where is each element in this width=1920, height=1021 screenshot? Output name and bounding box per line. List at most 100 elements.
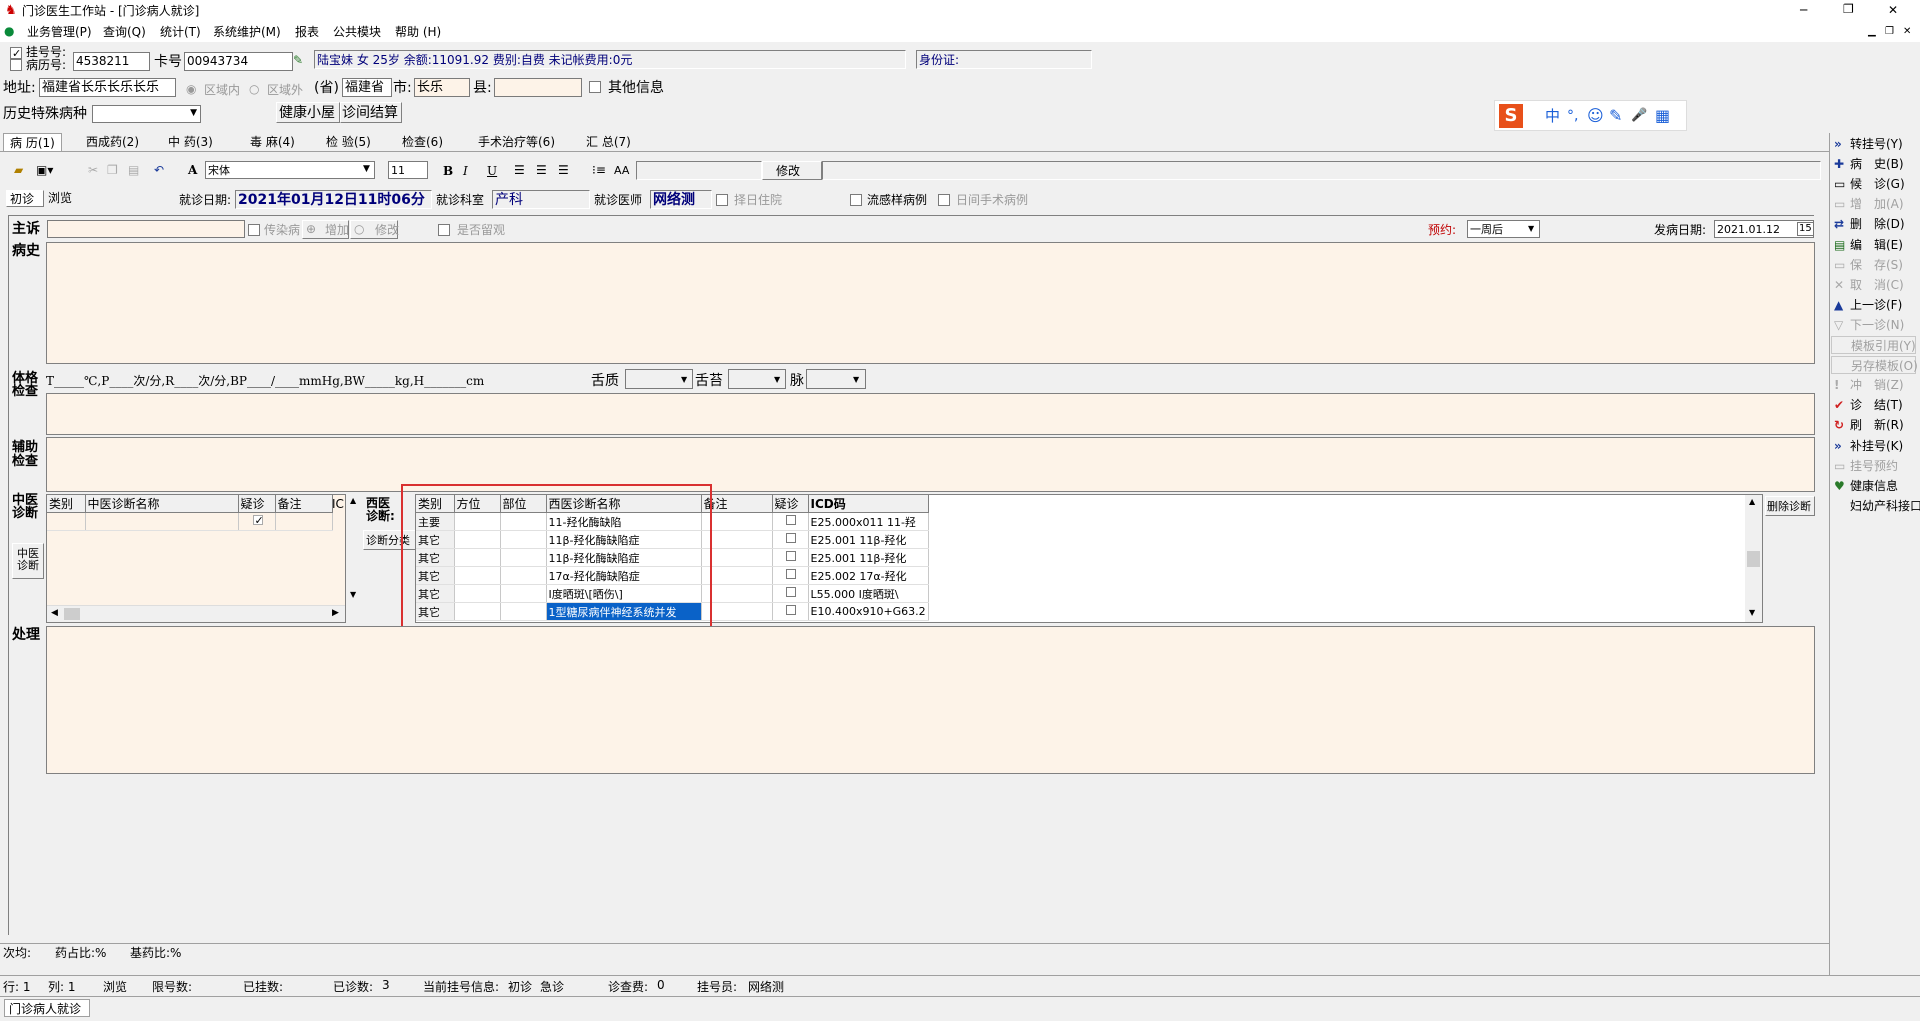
right-button-3[interactable]: ▭ 候 诊(G) xyxy=(1831,175,1916,193)
mdi-close-button[interactable]: ✕ xyxy=(1903,27,1911,37)
right-button-16[interactable]: » 补挂号(K) xyxy=(1831,437,1916,455)
western-cell-icd[interactable]: L55.000 Ⅰ度晒斑\ xyxy=(808,584,929,603)
right-button-13[interactable]: ! 冲 销(Z) xyxy=(1831,376,1916,394)
first-visit-tab[interactable]: 初诊 xyxy=(6,190,44,207)
right-button-2[interactable]: ✚ 病 史(B) xyxy=(1831,155,1916,173)
history-field[interactable] xyxy=(46,242,1815,364)
western-cell-icd[interactable]: E25.001 11β-羟化 xyxy=(808,530,929,549)
right-button-15[interactable]: ↻ 刷 新(R) xyxy=(1831,416,1916,434)
western-cell-suspect[interactable] xyxy=(772,584,809,603)
window-tab-outpatient[interactable]: 门诊病人就诊 xyxy=(4,999,90,1017)
tcm-scroll-down-icon[interactable]: ▼ xyxy=(350,591,356,599)
calendar-icon[interactable]: 15 xyxy=(1797,222,1814,236)
tab-summary[interactable]: 汇 总(7) xyxy=(580,133,637,151)
delete-diagnosis-button[interactable]: 删除诊断 xyxy=(1765,496,1815,516)
tcm-hscroll-thumb[interactable] xyxy=(64,608,80,620)
font-style-icon[interactable]: AA xyxy=(614,165,629,176)
western-vscrollbar[interactable]: ▲ ▼ xyxy=(1745,495,1762,622)
tab-medical-record[interactable]: 病 历(1) xyxy=(3,133,62,151)
minimize-button[interactable]: ─ xyxy=(1800,4,1807,16)
right-button-5[interactable]: ⇄ 删 除(D) xyxy=(1831,215,1916,233)
align-right-icon[interactable]: ☰ xyxy=(558,164,569,176)
tcm-cell[interactable] xyxy=(85,512,239,531)
city-field[interactable]: 长乐 xyxy=(414,78,470,97)
menu-stats[interactable]: 统计(T) xyxy=(160,26,201,38)
western-suspect-checkbox[interactable] xyxy=(786,605,796,615)
infectious-checkbox[interactable] xyxy=(248,224,260,236)
hosp-checkbox[interactable] xyxy=(716,194,728,206)
card-no-field[interactable]: 00943734 xyxy=(184,52,293,71)
menu-public[interactable]: 公共模块 xyxy=(333,26,381,38)
mdi-minimize-button[interactable]: ▁ xyxy=(1868,27,1876,37)
aux-exam-field[interactable] xyxy=(46,437,1815,492)
card-read-icon[interactable]: ✎ xyxy=(293,54,303,66)
out-area-radio[interactable]: ○ xyxy=(249,83,259,95)
right-button-19[interactable]: 妇幼产科接口 xyxy=(1831,497,1920,515)
western-cell-icd[interactable]: E25.001 11β-羟化 xyxy=(808,548,929,567)
western-suspect-checkbox[interactable] xyxy=(786,587,796,597)
cut-icon[interactable]: ✂ xyxy=(88,164,98,176)
flu-checkbox[interactable] xyxy=(850,194,862,206)
western-cell-icd[interactable]: E10.400x910+G63.2 xyxy=(808,602,929,621)
western-cell-suspect[interactable] xyxy=(772,530,809,549)
paste-icon[interactable]: ▤ xyxy=(128,164,139,176)
mdi-restore-button[interactable]: ❐ xyxy=(1885,27,1894,37)
western-cell-icd[interactable]: E25.002 17α-羟化 xyxy=(808,566,929,585)
right-button-17[interactable]: ▭ 挂号预约 xyxy=(1831,457,1916,475)
reg-no-checkbox[interactable] xyxy=(10,47,22,59)
observe-checkbox[interactable] xyxy=(438,224,450,236)
right-button-7[interactable]: ▭ 保 存(S) xyxy=(1831,256,1916,274)
right-button-18[interactable]: ♥ 健康信息 xyxy=(1831,477,1916,495)
western-cell-suspect[interactable] xyxy=(772,566,809,585)
bold-button[interactable]: B xyxy=(443,165,453,177)
western-cell-icd[interactable]: E25.000x011 11-羟 xyxy=(808,512,929,531)
undo-icon[interactable]: ↶ xyxy=(154,164,164,176)
ime-cn-icon[interactable]: 中 xyxy=(1545,109,1560,124)
vitals-text[interactable]: T_____℃,P____次/分,R____次/分,BP____/____mmH… xyxy=(46,375,484,387)
exam-field[interactable] xyxy=(46,393,1815,435)
italic-button[interactable]: I xyxy=(463,165,468,177)
right-button-14[interactable]: ✔ 诊 结(T) xyxy=(1831,396,1916,414)
county-field[interactable] xyxy=(494,78,582,97)
font-size-field[interactable]: 11 xyxy=(388,161,428,179)
tab-narcotics[interactable]: 毒 麻(4) xyxy=(244,133,301,151)
tcm-suspect-checkbox[interactable] xyxy=(252,514,263,525)
tcm-scroll-right-icon[interactable]: ▶ xyxy=(332,609,339,618)
clinic-settle-button[interactable]: 诊间结算 xyxy=(340,102,402,123)
tab-surgery[interactable]: 手术治疗等(6) xyxy=(472,133,561,151)
tab-exam[interactable]: 检查(6) xyxy=(396,133,449,151)
right-button-9[interactable]: ▲ 上一诊(F) xyxy=(1831,296,1916,314)
tcm-cell[interactable] xyxy=(275,512,333,531)
tcm-row[interactable] xyxy=(47,512,333,531)
maximize-button[interactable]: ❐ xyxy=(1843,3,1854,15)
underline-button[interactable]: U xyxy=(487,165,497,177)
reg-no-field[interactable]: 4538211 xyxy=(73,52,150,71)
tcm-diagnosis-button[interactable]: 中医诊断 xyxy=(12,543,44,579)
right-button-6[interactable]: ▤ 编 辑(E) xyxy=(1831,236,1916,254)
western-suspect-checkbox[interactable] xyxy=(786,515,796,525)
tcm-cell[interactable] xyxy=(238,512,276,531)
tcm-scroll-up-icon[interactable]: ▲ xyxy=(350,497,356,505)
tcm-scroll-left-icon[interactable]: ◀ xyxy=(51,609,58,618)
menu-business[interactable]: 业务管理(P) xyxy=(27,26,92,38)
western-scroll-down-icon[interactable]: ▼ xyxy=(1749,609,1755,617)
other-info-checkbox[interactable] xyxy=(589,81,601,93)
tcm-hscrollbar[interactable]: ◀ ▶ xyxy=(47,605,345,622)
western-cell-suspect[interactable] xyxy=(772,548,809,567)
western-cell-suspect[interactable] xyxy=(772,602,809,621)
ime-punct-icon[interactable]: °, xyxy=(1567,109,1578,123)
in-area-radio[interactable]: ◉ xyxy=(186,83,196,95)
right-button-4[interactable]: ▭ 增 加(A) xyxy=(1831,195,1916,213)
menu-system[interactable]: 系统维护(M) xyxy=(213,26,281,38)
right-button-11[interactable]: 模板引用(Y) xyxy=(1831,336,1916,354)
copy-icon[interactable]: ❐ xyxy=(107,164,118,176)
tab-lab[interactable]: 检 验(5) xyxy=(320,133,377,151)
address-field[interactable]: 福建省长乐长乐长乐 xyxy=(39,78,176,97)
close-button[interactable]: ✕ xyxy=(1888,4,1898,16)
ime-handwrite-icon[interactable]: ✎ xyxy=(1609,108,1622,124)
print-icon[interactable]: ▣▾ xyxy=(36,164,53,176)
complaint-field[interactable] xyxy=(47,220,245,238)
right-button-8[interactable]: ✕ 取 消(C) xyxy=(1831,276,1916,294)
tab-chinese-medicine[interactable]: 中 药(3) xyxy=(162,133,219,151)
menu-query[interactable]: 查询(Q) xyxy=(103,26,146,38)
